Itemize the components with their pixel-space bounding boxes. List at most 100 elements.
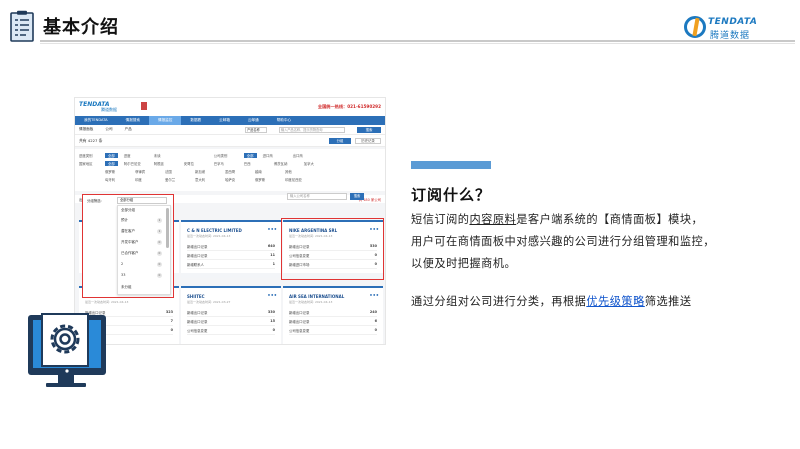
section-heading: 订阅什么？ <box>411 186 492 204</box>
menu-item[interactable]: 开发中客户 0 <box>121 238 162 247</box>
filter-option[interactable]: 爱尔兰 <box>165 177 189 182</box>
filter-option[interactable]: 博茨瓦纳 <box>274 161 298 166</box>
group-filter-dropdown[interactable]: 分组筛选: 全部分组 全部分组 预计 1 潜在客户 1 开发中客户 0 已合作客户 0 … <box>82 194 174 298</box>
accent-bar <box>411 161 491 169</box>
group-filter-label: 分组筛选: <box>87 199 102 203</box>
company-search-button[interactable]: 搜索 <box>350 193 364 200</box>
menu-item[interactable]: 20 <box>121 260 162 269</box>
filter-option[interactable]: 阿尔巴尼亚 <box>124 161 148 166</box>
nav-tab[interactable]: 数据看 <box>181 116 210 125</box>
filter-panel: 进度类别 全部 进度 未读 公司类别 全部 进口商 出口商 国家地区 全部 阿尔… <box>75 149 385 191</box>
more-icon[interactable]: ••• <box>369 293 379 299</box>
app-logo-cn: 腾道数据 <box>101 107 117 112</box>
menu-item[interactable]: 全部分组 <box>121 206 162 215</box>
filter-row: 俄罗斯 菲律宾 法国 新加坡 墨西哥 越南 其他 <box>79 168 381 174</box>
card-row: 公司信息变更0 <box>187 328 275 335</box>
filter-option[interactable]: 新加坡 <box>195 169 219 174</box>
settings-monitor-icon <box>28 313 106 387</box>
filter-option[interactable]: 其他 <box>285 169 309 174</box>
card-row: 新增联系人 1 <box>187 262 275 269</box>
description-paragraph: 短信订阅的内容原料是客户端系统的【商情面板】模块， 用户可在商情面板中对感兴趣的… <box>411 213 715 270</box>
company-date: 最近一次动态时间: 2021-04-13 <box>289 300 333 304</box>
nav-tab-active[interactable]: 情报监控 <box>148 116 182 125</box>
menu-scrollbar[interactable] <box>166 208 169 248</box>
document-list-icon <box>10 10 34 42</box>
filter-option[interactable]: 菲律宾 <box>135 169 159 174</box>
priority-strategy-link[interactable]: 优先级策略 <box>586 295 644 308</box>
company-date: 最近一次动态时间: 2021-03-27 <box>187 300 231 304</box>
filter-option[interactable]: 意大利 <box>195 177 219 182</box>
group-button[interactable]: 分组 <box>329 138 351 144</box>
search-button[interactable]: 搜索 <box>357 126 381 133</box>
menu-item[interactable]: 潜在客户 1 <box>121 227 162 236</box>
more-icon[interactable]: ••• <box>267 293 277 299</box>
search-tab[interactable]: 情报面板 <box>79 127 93 132</box>
filter-option[interactable]: 阿根廷 <box>154 161 178 166</box>
search-type-select[interactable]: 产品名称 <box>245 126 267 133</box>
search-tab[interactable]: 产品 <box>125 127 132 132</box>
search-input[interactable]: 输入产品名称、提示货物查询 <box>279 126 345 133</box>
card-row: 新增出口记录 6 <box>289 319 377 326</box>
company-card[interactable]: SHIITEC 最近一次动态时间: 2021-03-27 ••• 新增出口记录 3… <box>181 286 281 344</box>
menu-item[interactable]: 已合作客户 0 <box>121 249 162 258</box>
filter-option[interactable]: 匈牙利 <box>105 177 129 182</box>
company-card[interactable]: C & N ELECTRIC LIMITED 最近一次动态时间: 2021-04… <box>181 220 281 278</box>
app-nav: 我的TENDATA 情报搜索 情报监控 数据看 云邮箱 云邮通 帮助中心 <box>75 116 385 125</box>
filter-option[interactable]: 哈萨克 <box>225 177 249 182</box>
card-row: 新增出口记录 15 <box>187 319 275 326</box>
nav-tab[interactable]: 云邮通 <box>239 116 268 125</box>
nav-tab[interactable]: 帮助中心 <box>268 116 300 125</box>
filter-label: 国家地区 <box>79 161 93 166</box>
company-name[interactable]: SHIITEC <box>187 294 205 299</box>
filter-option[interactable]: 未读 <box>154 153 178 158</box>
filter-option[interactable]: 巴拿马 <box>214 161 238 166</box>
subscribe-bar: 共有 4227 条 分组 历史记录 <box>75 135 385 147</box>
app-screenshot: TENDATA 腾道数据 全国统一热线：021-61590292 我的TENDA… <box>74 97 386 345</box>
company-name[interactable]: AIR SEA INTERNATIONAL <box>289 294 344 299</box>
brand-logo-icon <box>684 16 706 38</box>
filter-chip[interactable]: 全部 <box>105 160 118 166</box>
filter-option[interactable]: 巴西 <box>244 161 268 166</box>
group-filter-select[interactable]: 全部分组 <box>117 197 167 204</box>
company-search-input[interactable]: 输入公司名称 <box>287 193 347 200</box>
menu-item[interactable]: 未分组 <box>121 283 162 292</box>
filter-option[interactable]: 俄罗斯 <box>105 169 129 174</box>
history-button[interactable]: 历史记录 <box>355 138 381 144</box>
hotline-text: 全国统一热线：021-61590292 <box>317 104 381 109</box>
filter-option[interactable]: 进度 <box>124 153 148 158</box>
filter-option[interactable]: 出口商 <box>293 153 317 158</box>
company-date: 最近一次动态时间: 2021-04-13 <box>187 234 231 238</box>
nav-tab[interactable]: 我的TENDATA <box>75 116 117 125</box>
content-source-link[interactable]: 内容原料 <box>469 213 516 226</box>
highlight-outline <box>281 218 384 280</box>
nav-tab[interactable]: 云邮箱 <box>210 116 239 125</box>
filter-option[interactable]: 印度 <box>135 177 159 182</box>
company-card[interactable]: AIR SEA INTERNATIONAL 最近一次动态时间: 2021-04-… <box>283 286 383 344</box>
filter-option[interactable]: 法国 <box>165 169 189 174</box>
card-row: 新增出口记录 11 <box>187 253 275 260</box>
filter-option[interactable]: 加拿大 <box>304 161 328 166</box>
subscribe-count: 共有 4227 条 <box>79 138 103 143</box>
filter-row: 进度类别 全部 进度 未读 公司类别 全部 进口商 出口商 <box>79 152 381 158</box>
company-name[interactable]: C & N ELECTRIC LIMITED <box>187 228 242 233</box>
menu-item[interactable]: 33 0 <box>121 271 162 280</box>
app-flag-icon <box>141 102 147 110</box>
filter-option[interactable]: 安哥拉 <box>184 161 208 166</box>
filter-option[interactable]: 墨西哥 <box>225 169 249 174</box>
search-tab[interactable]: 公司 <box>105 127 112 132</box>
filter-option[interactable]: 进口商 <box>263 153 287 158</box>
card-row: 新增出口记录 330 <box>187 310 275 317</box>
card-row: 新增出口记录 240 <box>289 310 377 317</box>
header-divider <box>40 40 795 42</box>
more-icon[interactable]: ••• <box>267 227 277 233</box>
filter-option[interactable]: 印度尼西亚 <box>285 177 309 182</box>
menu-item[interactable]: 预计 1 <box>121 216 162 225</box>
filter-chip[interactable]: 全部 <box>105 152 118 158</box>
brand-name-cn: 腾道数据 <box>710 31 751 41</box>
filter-option[interactable]: 俄罗斯 <box>255 177 279 182</box>
slide-title: 基本介绍 <box>43 17 119 38</box>
filter-option: 公司类别 <box>213 153 228 158</box>
filter-option[interactable]: 越南 <box>255 169 279 174</box>
nav-tab[interactable]: 情报搜索 <box>117 116 149 125</box>
filter-chip[interactable]: 全部 <box>243 152 257 158</box>
